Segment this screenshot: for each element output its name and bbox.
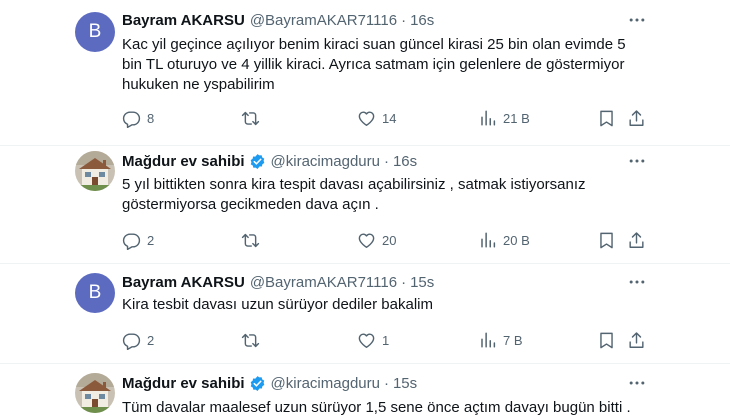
bookmark-icon <box>597 331 616 350</box>
tweet-header: Bayram AKARSU @BayramAKAR71116 · 16s <box>122 10 640 30</box>
display-name[interactable]: Bayram AKARSU <box>122 12 245 29</box>
tweet-thread: B Bayram AKARSU @BayramAKAR71116 · 16s K… <box>0 0 730 420</box>
views-icon <box>479 331 497 349</box>
reply-count: 8 <box>147 110 155 126</box>
views-button[interactable]: 21 B <box>479 107 530 129</box>
like-count: 1 <box>382 332 390 348</box>
like-button[interactable]: 14 <box>357 107 396 129</box>
display-name[interactable]: Mağdur ev sahibi <box>122 153 245 170</box>
separator: · <box>401 273 407 291</box>
bookmark-button[interactable] <box>597 107 616 129</box>
display-name[interactable]: Mağdur ev sahibi <box>122 375 245 392</box>
tweet[interactable]: B Bayram AKARSU @BayramAKAR71116 · 15s K… <box>0 263 730 364</box>
timestamp[interactable]: 15s <box>393 375 417 392</box>
view-count: 20 B <box>503 232 530 248</box>
bookmark-icon <box>597 109 616 128</box>
tweet-actions: 2 1 7 B <box>122 329 652 351</box>
retweet-button[interactable] <box>241 229 260 251</box>
like-icon <box>357 331 376 350</box>
retweet-button[interactable] <box>241 329 260 351</box>
views-icon <box>479 109 497 127</box>
share-button[interactable] <box>627 329 646 351</box>
view-count: 21 B <box>503 110 530 126</box>
share-button[interactable] <box>627 107 646 129</box>
avatar[interactable]: B <box>75 273 115 313</box>
bookmark-icon <box>597 231 616 250</box>
user-handle[interactable]: @BayramAKAR71116 <box>250 12 397 29</box>
tweet-text-line: Kira tesbit davası uzun sürüyor dediler … <box>122 296 433 313</box>
tweet-text-line: Tüm davalar maalesef uzun sürüyor 1,5 se… <box>122 399 631 416</box>
share-button[interactable] <box>627 229 646 251</box>
retweet-icon <box>241 231 260 250</box>
share-icon <box>627 109 646 128</box>
separator: · <box>401 11 407 29</box>
reply-count: 2 <box>147 332 155 348</box>
tweet-actions: 8 14 21 B <box>122 107 652 129</box>
retweet-icon <box>241 331 260 350</box>
views-button[interactable]: 7 B <box>479 329 523 351</box>
display-name[interactable]: Bayram AKARSU <box>122 274 245 291</box>
like-icon <box>357 109 376 128</box>
reply-button[interactable]: 2 <box>122 329 154 351</box>
reply-icon <box>122 331 141 350</box>
house-photo-avatar <box>75 373 115 413</box>
tweet-text-line: 5 yıl bittikten sonra kira tespit davası… <box>122 176 586 193</box>
tweet[interactable]: Mağdur ev sahibi @kiracimagduru · 15s Tü… <box>0 363 730 420</box>
user-handle[interactable]: @BayramAKAR71116 <box>250 274 397 291</box>
more-icon[interactable] <box>626 373 648 393</box>
tweet-text-line: hukuken ne yspabilirim <box>122 76 275 93</box>
tweet-actions: 2 20 20 B <box>122 229 652 251</box>
tweet-header: Mağdur ev sahibi @kiracimagduru · 16s <box>122 151 640 171</box>
share-icon <box>627 231 646 250</box>
like-button[interactable]: 1 <box>357 329 389 351</box>
retweet-button[interactable] <box>241 107 260 129</box>
reply-count: 2 <box>147 232 155 248</box>
timestamp[interactable]: 16s <box>393 153 417 170</box>
avatar[interactable]: B <box>75 12 115 52</box>
avatar[interactable] <box>75 151 115 191</box>
timestamp[interactable]: 15s <box>410 274 434 291</box>
like-count: 20 <box>382 232 397 248</box>
tweet-text: 5 yıl bittikten sonra kira tespit davası… <box>122 175 652 215</box>
tweet-text: Tüm davalar maalesef uzun sürüyor 1,5 se… <box>122 398 652 418</box>
more-icon[interactable] <box>626 272 648 292</box>
retweet-icon <box>241 109 260 128</box>
reply-icon <box>122 109 141 128</box>
verified-badge-icon <box>249 153 266 170</box>
avatar[interactable] <box>75 373 115 413</box>
timestamp[interactable]: 16s <box>410 12 434 29</box>
avatar-letter: B <box>88 21 102 42</box>
more-icon[interactable] <box>626 10 648 30</box>
user-handle[interactable]: @kiracimagduru <box>271 375 380 392</box>
tweet-header: Bayram AKARSU @BayramAKAR71116 · 15s <box>122 272 640 292</box>
views-icon <box>479 231 497 249</box>
separator: · <box>383 152 389 170</box>
avatar-letter: B <box>88 282 102 303</box>
reply-button[interactable]: 2 <box>122 229 154 251</box>
bookmark-button[interactable] <box>597 229 616 251</box>
verified-badge-icon <box>249 375 266 392</box>
more-icon[interactable] <box>626 151 648 171</box>
tweet[interactable]: B Bayram AKARSU @BayramAKAR71116 · 16s K… <box>0 0 730 146</box>
tweet[interactable]: Mağdur ev sahibi @kiracimagduru · 16s 5 … <box>0 145 730 264</box>
tweet-text-line: bin TL oturuyo ve 4 yillik kiraci. Ayrıc… <box>122 56 625 73</box>
tweet-text-line: Kac yil geçince açılıyor benim kiraci su… <box>122 36 626 53</box>
like-count: 14 <box>382 110 397 126</box>
reply-icon <box>122 231 141 250</box>
view-count: 7 B <box>503 332 523 348</box>
bookmark-button[interactable] <box>597 329 616 351</box>
like-icon <box>357 231 376 250</box>
views-button[interactable]: 20 B <box>479 229 530 251</box>
tweet-text: Kac yil geçince açılıyor benim kiraci su… <box>122 35 652 95</box>
reply-button[interactable]: 8 <box>122 107 154 129</box>
tweet-header: Mağdur ev sahibi @kiracimagduru · 15s <box>122 373 640 393</box>
user-handle[interactable]: @kiracimagduru <box>271 153 380 170</box>
like-button[interactable]: 20 <box>357 229 396 251</box>
tweet-text: Kira tesbit davası uzun sürüyor dediler … <box>122 295 652 315</box>
house-photo-avatar <box>75 151 115 191</box>
separator: · <box>383 374 389 392</box>
share-icon <box>627 331 646 350</box>
tweet-text-line: göstermiyorsa gecikmeden dava açın . <box>122 196 379 213</box>
